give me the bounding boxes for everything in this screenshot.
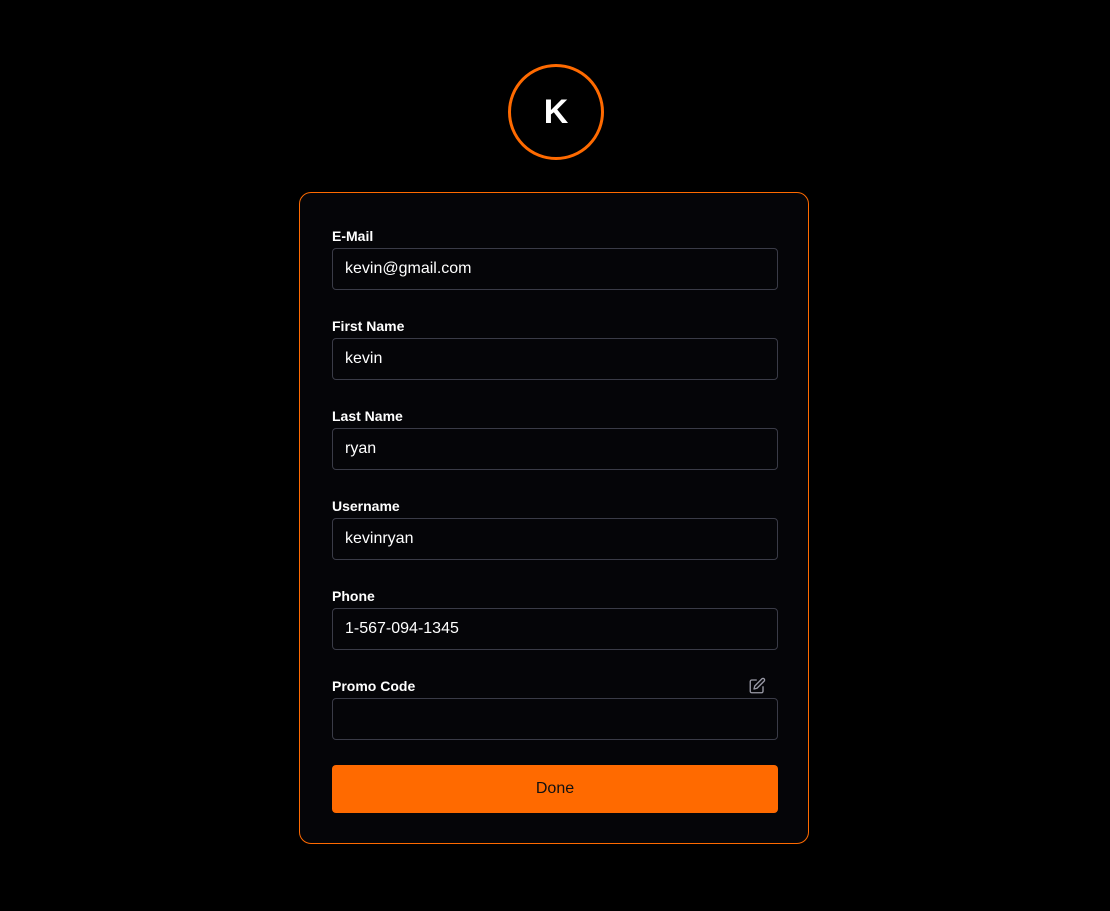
- avatar: K: [508, 64, 604, 160]
- edit-pencil-icon[interactable]: [748, 677, 766, 695]
- email-label: E-Mail: [332, 228, 374, 244]
- promo-code-input[interactable]: [332, 698, 778, 740]
- promo-code-field-group: Promo Code: [332, 677, 778, 740]
- email-input[interactable]: [332, 248, 778, 290]
- first-name-label: First Name: [332, 318, 405, 334]
- phone-field-group: Phone: [332, 587, 778, 650]
- username-field-group: Username: [332, 497, 778, 560]
- last-name-label: Last Name: [332, 408, 403, 424]
- username-input[interactable]: [332, 518, 778, 560]
- done-button[interactable]: Done: [332, 765, 778, 813]
- last-name-field-group: Last Name: [332, 407, 778, 470]
- first-name-input[interactable]: [332, 338, 778, 380]
- email-field-group: E-Mail: [332, 227, 778, 290]
- avatar-initial: K: [543, 93, 569, 131]
- promo-code-label: Promo Code: [332, 678, 416, 694]
- last-name-input[interactable]: [332, 428, 778, 470]
- first-name-field-group: First Name: [332, 317, 778, 380]
- username-label: Username: [332, 498, 400, 514]
- profile-form-card: E-Mail First Name Last Name Username Pho…: [299, 192, 809, 844]
- phone-label: Phone: [332, 588, 375, 604]
- phone-input[interactable]: [332, 608, 778, 650]
